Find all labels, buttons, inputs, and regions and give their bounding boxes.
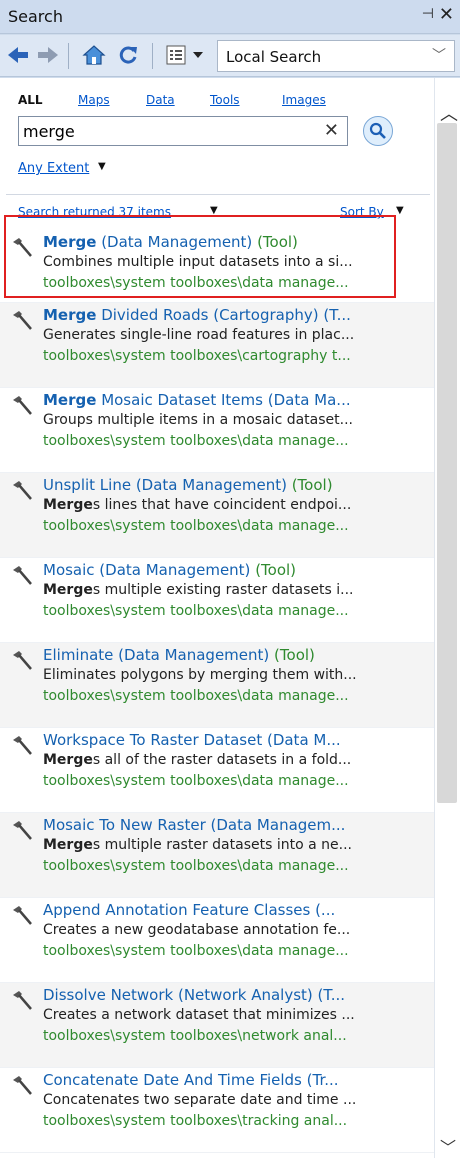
result-path: toolboxes\system toolboxes\data manage..… [43,603,349,619]
result-description: Generates single-line road features in p… [43,327,355,343]
result-title[interactable]: Merge Mosaic Dataset Items (Data Ma... [43,391,430,409]
result-item[interactable]: Unsplit Line (Data Management) (Tool) Me… [0,473,434,558]
result-item[interactable]: Append Annotation Feature Classes (... C… [0,898,434,983]
chevron-down-icon: ﹀ [432,48,446,64]
search-input[interactable]: merge ✕ [18,116,348,146]
search-panel: ALL Maps Data Tools Images merge ✕ Any E… [0,78,434,1158]
hammer-icon [13,906,32,925]
result-item[interactable]: Mosaic (Data Management) (Tool) Merges m… [0,558,434,643]
chevron-down-icon[interactable]: ▼ [98,161,106,172]
view-options-icon[interactable] [162,41,190,69]
result-path: toolboxes\system toolboxes\data manage..… [43,275,349,291]
result-title[interactable]: Workspace To Raster Dataset (Data M... [43,731,430,749]
result-path: toolboxes\system toolboxes\cartography t… [43,348,351,364]
result-description: Creates a new geodatabase annotation fe.… [43,922,351,938]
result-title[interactable]: Eliminate (Data Management) (Tool) [43,646,430,664]
search-icon [369,122,386,139]
filter-data[interactable]: Data [146,93,175,107]
chevron-down-icon[interactable]: ▼ [210,205,218,216]
result-path: toolboxes\system toolboxes\data manage..… [43,773,349,789]
close-icon[interactable]: ✕ [439,4,454,25]
result-item[interactable]: Mosaic To New Raster (Data Managem... Me… [0,813,434,898]
hammer-icon [13,311,32,330]
refresh-icon[interactable] [114,41,142,69]
hammer-icon [13,566,32,585]
search-button[interactable] [363,116,393,146]
result-path: toolboxes\system toolboxes\data manage..… [43,688,349,704]
result-title[interactable]: Unsplit Line (Data Management) (Tool) [43,476,430,494]
extent-link[interactable]: Any Extent [18,161,89,176]
result-description: Concatenates two separate date and time … [43,1092,357,1108]
result-path: toolboxes\system toolboxes\data manage..… [43,943,349,959]
toolbar-separator [152,43,153,69]
window-title: Search [8,7,63,26]
result-title[interactable]: Mosaic To New Raster (Data Managem... [43,816,430,834]
result-item[interactable]: Concatenate Date And Time Fields (Tr... … [0,1068,434,1153]
search-scope-select[interactable]: Local Search ﹀ [217,40,455,72]
hammer-icon [13,396,32,415]
scrollbar-thumb[interactable] [437,123,457,803]
toolbar: Local Search ﹀ [0,35,460,77]
hammer-icon [13,481,32,500]
filter-images[interactable]: Images [282,93,326,107]
search-scope-value: Local Search [226,48,322,66]
result-title[interactable]: Mosaic (Data Management) (Tool) [43,561,430,579]
result-path: toolboxes\system toolboxes\data manage..… [43,518,349,534]
result-description: Groups multiple items in a mosaic datase… [43,412,353,428]
hammer-icon [13,238,32,257]
result-path: toolboxes\system toolboxes\data manage..… [43,433,349,449]
result-path: toolboxes\system toolboxes\tracking anal… [43,1113,348,1129]
hammer-icon [13,736,32,755]
toolbar-separator [68,43,69,69]
divider [6,194,430,195]
result-title[interactable]: Dissolve Network (Network Analyst) (T... [43,986,430,1004]
hammer-icon [13,991,32,1010]
scroll-down-icon[interactable]: ﹀ [440,1134,456,1158]
result-description: Merges multiple existing raster datasets… [43,582,354,598]
results-list: Merge (Data Management) (Tool) Combines … [0,230,434,1153]
result-description: Eliminates polygons by merging them with… [43,667,357,683]
result-title[interactable]: Append Annotation Feature Classes (... [43,901,430,919]
result-description: Merges lines that have coincident endpoi… [43,497,352,513]
forward-arrow-icon[interactable] [34,41,62,69]
vertical-scrollbar[interactable]: ︿ ﹀ [434,78,460,1158]
result-path: toolboxes\system toolboxes\data manage..… [43,858,349,874]
result-item[interactable]: Dissolve Network (Network Analyst) (T...… [0,983,434,1068]
results-count-link[interactable]: Search returned 37 items [18,205,171,219]
search-input-value: merge [23,122,75,141]
window-titlebar: Search ⊣ ✕ [0,0,460,34]
result-path: toolboxes\system toolboxes\network anal.… [43,1028,347,1044]
result-title[interactable]: Merge (Data Management) (Tool) [43,233,430,251]
result-description: Combines multiple input datasets into a … [43,254,353,270]
result-item[interactable]: Workspace To Raster Dataset (Data M... M… [0,728,434,813]
clear-icon[interactable]: ✕ [324,120,339,141]
result-item[interactable]: Merge (Data Management) (Tool) Combines … [0,230,434,303]
result-description: Creates a network dataset that minimizes… [43,1007,355,1023]
chevron-down-icon[interactable]: ▼ [396,205,404,216]
pin-icon[interactable]: ⊣ [422,6,434,22]
result-title[interactable]: Concatenate Date And Time Fields (Tr... [43,1071,430,1089]
filter-all[interactable]: ALL [18,93,43,107]
hammer-icon [13,1076,32,1095]
home-icon[interactable] [80,41,108,69]
result-item[interactable]: Eliminate (Data Management) (Tool) Elimi… [0,643,434,728]
filter-maps[interactable]: Maps [78,93,110,107]
hammer-icon [13,821,32,840]
result-item[interactable]: Merge Divided Roads (Cartography) (T... … [0,303,434,388]
filter-tools[interactable]: Tools [210,93,240,107]
back-arrow-icon[interactable] [4,41,32,69]
sort-by-link[interactable]: Sort By [340,205,384,219]
result-description: Merges all of the raster datasets in a f… [43,752,352,768]
result-item[interactable]: Merge Mosaic Dataset Items (Data Ma... G… [0,388,434,473]
result-title[interactable]: Merge Divided Roads (Cartography) (T... [43,306,430,324]
hammer-icon [13,651,32,670]
chevron-down-icon[interactable] [188,41,208,69]
result-description: Merges multiple raster datasets into a n… [43,837,352,853]
